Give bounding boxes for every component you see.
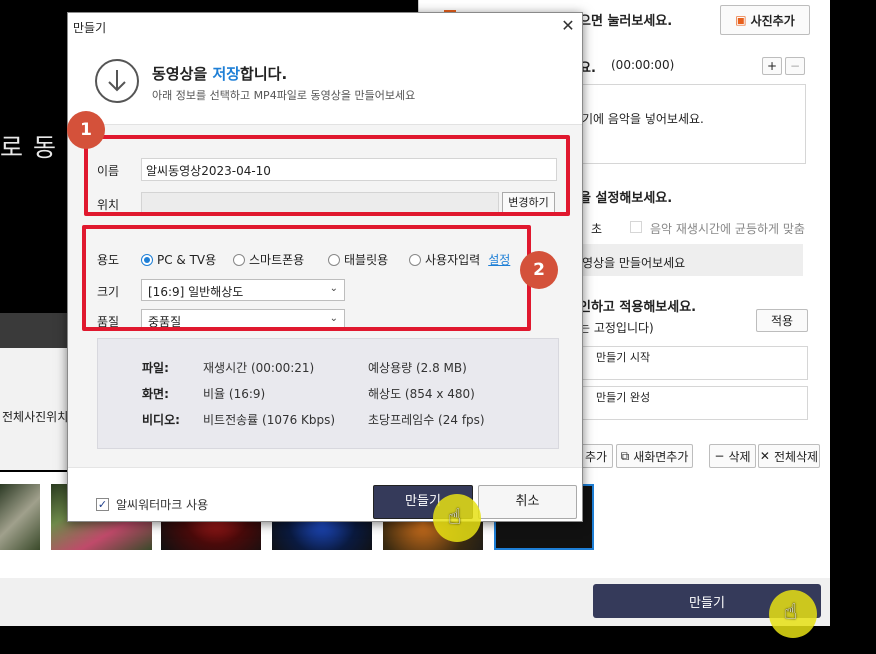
header-subtitle: 아래 정보를 선택하고 MP4파일로 동영상을 만들어보세요	[152, 89, 416, 102]
video-info-box: 파일: 재생시간 (00:00:21) 예상용량 (2.8 MB) 화면: 비율…	[97, 338, 559, 449]
music-list[interactable]: 기에 음악을 넣어보세요.	[579, 84, 806, 164]
add-photo-button[interactable]: ▣ 사진추가	[720, 5, 810, 35]
thumbnail-1[interactable]	[0, 484, 40, 550]
background-title-fragment: 로 동	[0, 133, 57, 162]
close-icon[interactable]: ✕	[558, 17, 578, 37]
x-small-icon: ✕	[759, 449, 770, 463]
highlight-box-2	[82, 225, 531, 331]
add-label: 추가	[584, 449, 608, 464]
header-title-prefix: 동영상을	[152, 65, 213, 83]
watermark-label: 알씨워터마크 사용	[116, 498, 209, 512]
apply-button[interactable]: 적용	[756, 309, 808, 332]
video-info-key: 비디오:	[142, 413, 180, 427]
new-screen-icon: ⧉	[620, 448, 630, 463]
sync-label: 음악 재생시간에 균등하게 맞춤	[650, 222, 805, 236]
file-info-key: 파일:	[142, 361, 169, 375]
sync-checkbox[interactable]	[630, 221, 642, 233]
dialog-header: 동영상을 저장합니다. 아래 정보를 선택하고 MP4파일로 동영상을 만들어보…	[68, 41, 582, 125]
cancel-button[interactable]: 취소	[478, 485, 577, 519]
music-hint: 기에 음악을 넣어보세요.	[582, 112, 704, 126]
delete-button[interactable]: − 삭제	[709, 444, 756, 468]
add-button[interactable]: 추가	[579, 444, 613, 468]
dialog-title: 만들기	[73, 21, 107, 35]
bitrate-value: 비트전송률 (1076 Kbps)	[203, 413, 336, 427]
header-title-suffix: 합니다.	[240, 65, 288, 83]
hand-cursor-icon: ☝	[784, 600, 798, 625]
minus-icon[interactable]: −	[785, 57, 805, 75]
estimated-size-value: 예상용량 (2.8 MB)	[368, 361, 467, 375]
watermark-checkbox[interactable]: ✓	[96, 498, 109, 511]
add-photo-icon: ▣	[735, 13, 747, 27]
background-left-panel-label: 전체사진위치	[2, 410, 69, 424]
make-hint-box: 영상을 만들어보세요	[579, 244, 803, 276]
minus-small-icon: −	[714, 449, 725, 463]
screen-info-key: 화면:	[142, 387, 169, 401]
dialog-footer: ✓ 알씨워터마크 사용 만들기 취소	[68, 467, 582, 521]
delete-all-label: 전체삭제	[773, 449, 819, 464]
start-text: 만들기 시작	[596, 351, 651, 364]
fixed-note: 는 고정입니다)	[579, 321, 654, 335]
seconds-label: 초	[591, 222, 603, 236]
add-photo-label: 사진추가	[750, 13, 795, 28]
plus-icon[interactable]: +	[762, 57, 782, 75]
new-screen-button[interactable]: ⧉ 새화면추가	[616, 444, 693, 468]
download-icon	[95, 59, 139, 103]
background-left-panel: 전체사진위치	[0, 348, 70, 470]
step-badge-1: 1	[67, 111, 105, 149]
resolution-value: 해상도 (854 x 480)	[368, 387, 475, 401]
aspect-ratio-value: 비율 (16:9)	[203, 387, 266, 401]
done-text-field[interactable]: 만들기 완성	[579, 386, 808, 420]
background-toolbar-strip	[0, 313, 70, 353]
apply-label: 적용	[770, 314, 794, 328]
hand-cursor-icon: ☝	[448, 505, 462, 530]
header-title-highlight: 저장	[212, 65, 241, 83]
apply-section-title: 인하고 적용해보세요.	[579, 300, 697, 315]
highlight-box-1	[84, 135, 570, 216]
start-text-field[interactable]: 만들기 시작	[579, 346, 808, 380]
time-section-title: 을 설정해보세요.	[579, 191, 673, 206]
step-badge-2: 2	[520, 251, 558, 289]
delete-label: 삭제	[728, 449, 751, 464]
dialog-title-bar[interactable]: 만들기 ✕	[68, 13, 582, 41]
duration-value: 재생시간 (00:00:21)	[203, 361, 315, 375]
header-title: 동영상을 저장합니다.	[152, 63, 287, 84]
panel-line-1: 으면 눌러보세요.	[579, 14, 673, 29]
make-hint: 영상을 만들어보세요	[582, 256, 686, 270]
delete-all-button[interactable]: ✕ 전체삭제	[758, 444, 820, 468]
fps-value: 초당프레임수 (24 fps)	[368, 413, 485, 427]
done-text: 만들기 완성	[596, 391, 651, 404]
music-time: (00:00:00)	[611, 58, 675, 72]
new-screen-label: 새화면추가	[633, 449, 689, 464]
